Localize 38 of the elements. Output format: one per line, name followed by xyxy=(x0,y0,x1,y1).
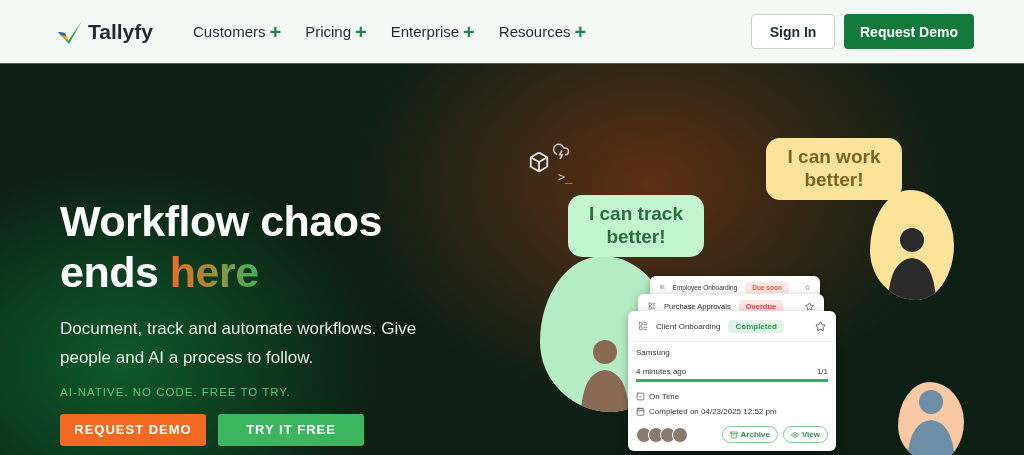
avatar xyxy=(672,426,688,443)
eye-icon xyxy=(790,430,799,439)
star-icon[interactable] xyxy=(805,301,814,311)
hero-subtitle: Document, track and automate workflows. Give people and AI a process to follow. xyxy=(60,318,418,369)
star-icon[interactable] xyxy=(815,320,826,332)
request-demo-button[interactable]: Request Demo xyxy=(844,14,974,49)
speech-bubble: I can track better! xyxy=(568,195,704,257)
terminal-prompt: >_ xyxy=(558,170,573,184)
sign-in-button[interactable]: Sign In xyxy=(751,14,835,49)
nav-menu-item[interactable]: Enterprise + xyxy=(390,21,475,42)
hero-headline: Workflow chaos ends here xyxy=(60,196,383,298)
avatar xyxy=(660,426,676,443)
speech-bubble: I can work better! xyxy=(766,138,902,200)
avatar xyxy=(636,426,652,443)
process-icon xyxy=(638,321,648,331)
avatar xyxy=(648,426,664,443)
archive-icon xyxy=(729,430,738,439)
time-ago: 4 minutes ago xyxy=(636,367,687,376)
company-name: Samsung xyxy=(636,348,670,357)
nav-menu-item[interactable]: Pricing + xyxy=(305,21,367,42)
process-icon xyxy=(648,302,656,310)
cube-icon xyxy=(528,151,550,173)
step-count: 1/1 xyxy=(816,367,828,376)
calendar-icon xyxy=(636,407,645,416)
checkbox-icon xyxy=(636,392,645,401)
nav-menu-item[interactable]: Resources + xyxy=(498,21,587,42)
process-title: Client Onboarding xyxy=(656,321,721,331)
view-button[interactable]: View xyxy=(782,426,828,443)
cloud-lightning-icon xyxy=(552,142,570,160)
archive-button[interactable]: Archive xyxy=(721,426,778,443)
nav-menu-item[interactable]: Customers + xyxy=(192,21,282,42)
process-icon xyxy=(660,283,665,291)
hero-tagline: AI-NATIVE. NO CODE. FREE TO TRY. xyxy=(60,385,292,398)
status-badge: Completed xyxy=(728,319,784,333)
star-icon[interactable] xyxy=(804,282,810,292)
brand-name[interactable]: Tallyfy xyxy=(88,19,153,44)
on-time-label: On Time xyxy=(649,392,680,401)
completed-date: Completed on 04/23/2025 12:52 pm xyxy=(649,407,777,416)
